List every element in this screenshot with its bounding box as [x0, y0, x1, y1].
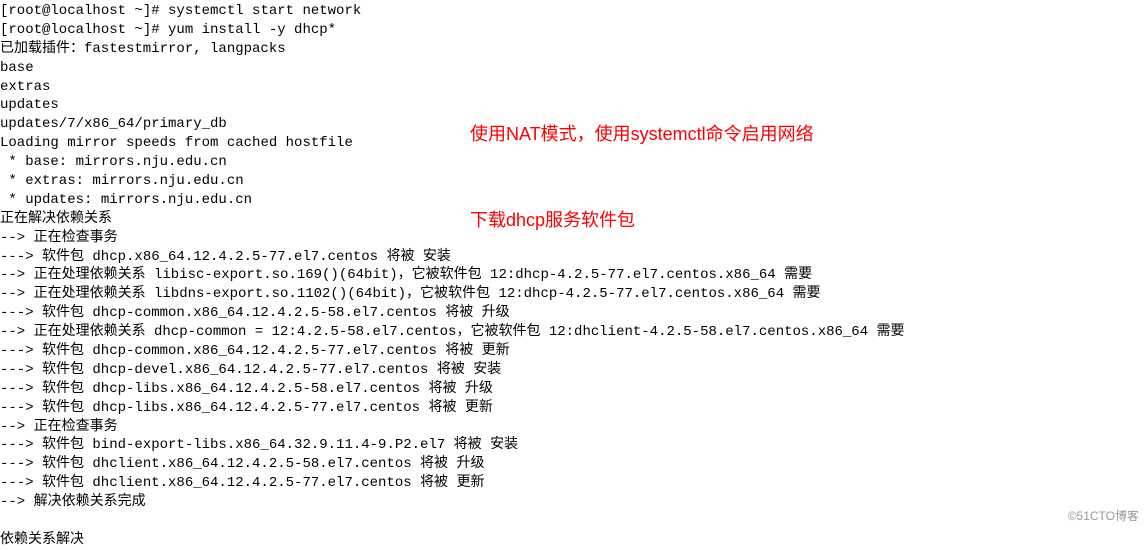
- terminal-line: ---> 软件包 dhcp-libs.x86_64.12.4.2.5-77.el…: [0, 399, 1145, 418]
- annotation-note: 使用NAT模式，使用systemctl命令启用网络 下载dhcp服务软件包: [470, 62, 814, 264]
- terminal-line: ---> 软件包 dhcp-common.x86_64.12.4.2.5-77.…: [0, 342, 1145, 361]
- watermark: ©51CTO博客: [1068, 508, 1139, 524]
- terminal-line: ---> 软件包 bind-export-libs.x86_64.32.9.11…: [0, 436, 1145, 455]
- terminal-line: --> 解决依赖关系完成: [0, 493, 1145, 512]
- annotation-line-2: 下载dhcp服务软件包: [470, 206, 814, 235]
- terminal-line: [root@localhost ~]# yum install -y dhcp*: [0, 21, 1145, 40]
- annotation-line-1: 使用NAT模式，使用systemctl命令启用网络: [470, 120, 814, 149]
- terminal-line: ---> 软件包 dhcp-libs.x86_64.12.4.2.5-58.el…: [0, 380, 1145, 399]
- terminal-line: ---> 软件包 dhclient.x86_64.12.4.2.5-58.el7…: [0, 455, 1145, 474]
- terminal-line: ---> 软件包 dhcp-devel.x86_64.12.4.2.5-77.e…: [0, 361, 1145, 380]
- terminal-line: 依赖关系解决: [0, 531, 1145, 550]
- terminal-line: --> 正在处理依赖关系 libdns-export.so.1102()(64b…: [0, 285, 1145, 304]
- terminal-line: --> 正在处理依赖关系 libisc-export.so.169()(64bi…: [0, 266, 1145, 285]
- terminal-line: [root@localhost ~]# systemctl start netw…: [0, 2, 1145, 21]
- terminal-line: ---> 软件包 dhclient.x86_64.12.4.2.5-77.el7…: [0, 474, 1145, 493]
- terminal-line: 已加载插件：fastestmirror, langpacks: [0, 40, 1145, 59]
- terminal-line: [0, 512, 1145, 531]
- terminal-line: --> 正在检查事务: [0, 418, 1145, 437]
- terminal-line: ---> 软件包 dhcp-common.x86_64.12.4.2.5-58.…: [0, 304, 1145, 323]
- terminal-line: --> 正在处理依赖关系 dhcp-common = 12:4.2.5-58.e…: [0, 323, 1145, 342]
